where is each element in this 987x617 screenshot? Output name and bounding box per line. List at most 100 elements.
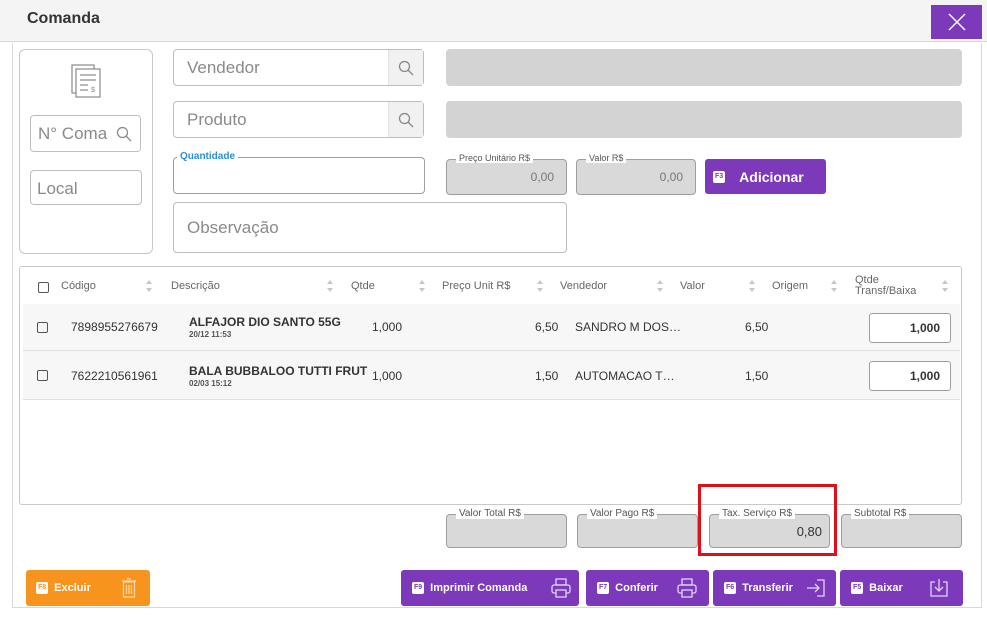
header-qtde-transf-line2: Transf/Baixa [855,285,917,297]
title-bar: Comanda [0,0,987,42]
valor-total-display: Valor Total R$ [446,508,567,548]
row-data: 20/12 11:53 [189,330,232,339]
comanda-search-button[interactable] [108,116,140,151]
vendedor-input[interactable]: Vendedor [173,49,424,86]
printer-icon [551,578,571,598]
valor-display: Valor R$ 0,00 [576,153,696,195]
sort-icon[interactable] [941,279,949,293]
row-qtde: 1,000 [372,369,403,383]
row-valor: 1,50 [745,369,769,383]
row-preco: 6,50 [535,320,559,334]
sort-icon[interactable] [536,279,544,293]
row-descricao: BALA BUBBALOO TUTTI FRUT [189,364,368,378]
quantidade-input[interactable]: Quantidade [173,151,425,194]
valor-pago-label: Valor Pago R$ [587,508,658,519]
transferir-button[interactable]: F6 Transferir [713,570,836,606]
f5-key-badge: F5 [851,582,864,594]
conferir-button[interactable]: F7 Conferir [586,570,709,606]
produto-name-display [446,101,962,138]
header-preco-unit[interactable]: Preço Unit R$ [442,280,510,292]
row-qtde: 1,000 [372,320,403,334]
preco-unitario-label: Preço Unitário R$ [456,153,534,163]
comanda-number-input[interactable]: N° Comanda [30,115,141,152]
vendedor-search-button[interactable] [388,50,423,85]
download-icon [930,579,948,597]
conferir-label: Conferir [615,582,658,594]
tax-servico-value: 0,80 [796,524,822,539]
row-checkbox[interactable] [37,322,48,333]
baixar-button[interactable]: F5 Baixar [840,570,963,606]
f3-key-badge: F3 [713,170,726,183]
f9-key-badge: F9 [412,582,425,594]
excluir-button[interactable]: F8 Excluir [26,570,150,606]
sort-icon[interactable] [656,279,664,293]
header-qtde-transf[interactable]: Qtde Transf/Baixa [855,275,916,297]
close-icon [947,13,966,31]
tax-servico-display: Tax. Serviço R$ 0,80 [709,508,830,548]
row-codigo: 7898955276679 [71,320,158,334]
vendedor-name-display [446,49,962,86]
row-vendedor: AUTOMACAO T… [575,369,675,383]
adicionar-button[interactable]: F3 Adicionar [705,159,826,194]
local-placeholder: Local [37,179,78,198]
close-button[interactable] [931,5,982,39]
trash-icon [122,578,136,598]
quantidade-label: Quantidade [177,151,239,162]
local-input[interactable]: Local [30,170,142,205]
search-icon [116,126,132,141]
f7-key-badge: F7 [597,582,610,594]
transferir-label: Transferir [742,582,793,594]
row-qtde-transf-input[interactable]: 1,000 [869,313,951,343]
valor-label: Valor R$ [586,153,627,163]
header-codigo[interactable]: Código [61,280,96,292]
produto-placeholder: Produto [187,110,247,129]
observacao-placeholder: Observação [187,218,279,237]
row-checkbox[interactable] [37,370,48,381]
valor-value: 0,00 [659,170,683,184]
table-row[interactable] [23,352,960,400]
row-vendedor: SANDRO M DOS… [575,320,682,334]
row-codigo: 7622210561961 [71,369,158,383]
observacao-input[interactable]: Observação [173,202,567,253]
produto-input[interactable]: Produto [173,101,424,138]
subtotal-display: Subtotal R$ [841,508,962,548]
row-data: 02/03 15:12 [189,379,232,388]
select-all-checkbox[interactable] [38,282,49,293]
preco-unitario-value: 0,00 [530,170,554,184]
subtotal-label: Subtotal R$ [851,508,910,519]
search-icon [398,112,414,127]
sort-icon[interactable] [748,279,756,293]
baixar-label: Baixar [869,582,903,594]
imprimir-comanda-button[interactable]: F9 Imprimir Comanda [401,570,579,606]
produto-search-button[interactable] [388,102,423,137]
printer-icon [677,578,697,598]
sort-icon[interactable] [145,279,153,293]
header-origem[interactable]: Origem [772,280,808,292]
sort-icon[interactable] [418,279,426,293]
sort-icon[interactable] [326,279,334,293]
table-row[interactable] [23,304,960,351]
vendedor-placeholder: Vendedor [187,58,260,77]
f6-key-badge: F6 [724,582,737,594]
excluir-label: Excluir [54,582,91,594]
valor-pago-display: Valor Pago R$ [577,508,698,548]
search-icon [398,60,414,75]
tax-servico-label: Tax. Serviço R$ [719,508,796,519]
imprimir-label: Imprimir Comanda [430,582,528,594]
header-valor[interactable]: Valor [680,280,705,292]
row-descricao: ALFAJOR DIO SANTO 55G [189,315,341,329]
preco-unitario-display: Preço Unitário R$ 0,00 [446,153,567,195]
valor-total-label: Valor Total R$ [456,508,524,519]
header-qtde[interactable]: Qtde [351,280,375,292]
window-title: Comanda [27,10,100,27]
svg-text:$: $ [91,87,95,94]
header-descricao[interactable]: Descrição [171,280,220,292]
transfer-in-icon [807,579,825,597]
row-preco: 1,50 [535,369,559,383]
row-valor: 6,50 [745,320,769,334]
header-vendedor[interactable]: Vendedor [560,280,607,292]
row-qtde-transf-input[interactable]: 1,000 [869,361,951,391]
receipt-icon: $ [71,64,101,98]
adicionar-label: Adicionar [739,168,804,185]
sort-icon[interactable] [830,279,838,293]
